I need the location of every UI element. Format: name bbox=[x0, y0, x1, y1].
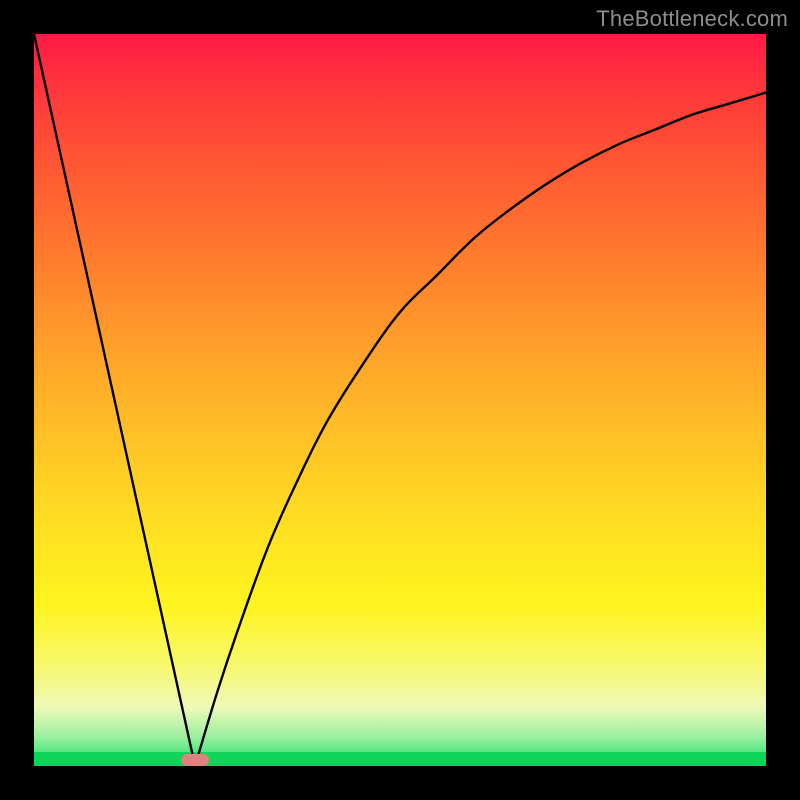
chart-frame: TheBottleneck.com bbox=[0, 0, 800, 800]
optimal-point-marker bbox=[181, 754, 209, 766]
watermark-text: TheBottleneck.com bbox=[596, 6, 788, 32]
baseline-band bbox=[34, 752, 766, 766]
plot-area bbox=[34, 34, 766, 766]
bottleneck-curve bbox=[34, 34, 766, 766]
